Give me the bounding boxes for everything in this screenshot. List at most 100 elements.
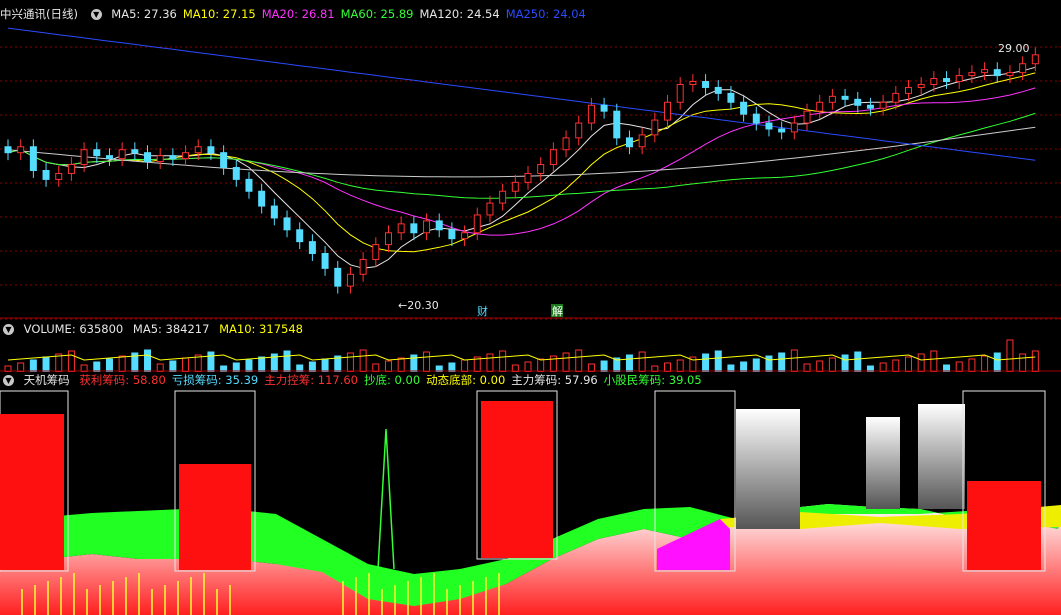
volume-bar xyxy=(904,356,912,372)
volume-bar xyxy=(930,350,938,372)
candle-body xyxy=(207,146,215,154)
volume-settings-icon[interactable]: ▼ xyxy=(3,324,14,335)
candle-body xyxy=(778,128,786,133)
volume-bar xyxy=(42,356,50,372)
volume-bar xyxy=(55,353,63,372)
main-control-bar-1 xyxy=(179,464,251,570)
volume-chart[interactable] xyxy=(0,336,1061,372)
volume-bar xyxy=(245,359,253,372)
candle-body xyxy=(943,78,951,83)
unlock-marker: 解 xyxy=(552,304,563,318)
volume-bar xyxy=(397,357,405,372)
candle-body xyxy=(346,273,354,287)
price-chart[interactable]: 29.00 ←20.30 财 解 xyxy=(0,20,1061,320)
chip-indicator-2: 主力控筹: 117.60 xyxy=(264,373,358,387)
candle-body xyxy=(410,223,418,234)
gray-chip-block-2 xyxy=(918,404,965,509)
main-control-bar-4 xyxy=(967,481,1041,570)
volume-bar xyxy=(892,359,900,372)
candle-body xyxy=(423,220,431,234)
chip-chart[interactable] xyxy=(0,389,1061,615)
candle-body xyxy=(29,146,37,171)
candle-body xyxy=(182,152,190,160)
candle-body xyxy=(549,149,557,166)
settings-circle-icon[interactable]: ▼ xyxy=(90,9,102,20)
candle-body xyxy=(359,258,367,275)
volume-ma-line xyxy=(7,354,1036,361)
candle-body xyxy=(968,72,976,77)
volume-bar xyxy=(917,353,925,372)
stock-title[interactable]: 中兴通讯(日线) xyxy=(0,7,78,21)
bottom-fishing-spike xyxy=(377,428,395,570)
volume-bar xyxy=(1031,350,1039,372)
candle-body xyxy=(397,223,405,234)
volume-bar xyxy=(423,351,431,372)
candle-body xyxy=(993,69,1001,77)
candle-body xyxy=(220,152,228,169)
volume-ma10: MA10: 317548 xyxy=(219,322,303,336)
candle-body xyxy=(816,101,824,112)
candle-body xyxy=(473,214,481,234)
main-control-bar-2 xyxy=(481,401,553,558)
candle-body xyxy=(866,104,874,109)
candle-body xyxy=(511,181,519,192)
candle-body xyxy=(4,146,12,154)
volume-bar xyxy=(486,353,494,372)
candle-body xyxy=(118,149,126,160)
gray-chip-block-1 xyxy=(866,417,900,509)
candle-body xyxy=(156,155,164,163)
candle-body xyxy=(625,137,633,148)
candle-body xyxy=(80,149,88,166)
chip-header: ▼ 天机筹码 获利筹码: 58.80 亏损筹码: 35.39 主力控筹: 117.6… xyxy=(0,372,714,388)
candle-body xyxy=(308,241,316,255)
ma-indicator-5: MA250: 24.04 xyxy=(505,7,586,21)
ma-indicator-list: MA5: 27.36 MA10: 27.15 MA20: 26.81 MA60: 25… xyxy=(111,7,592,21)
volume-bar xyxy=(258,356,266,372)
candle-body xyxy=(981,69,989,74)
ma-line-ma10 xyxy=(7,72,1036,253)
volume-bar xyxy=(105,358,113,372)
candle-body xyxy=(105,155,113,160)
volume-bar xyxy=(182,357,190,372)
candle-body xyxy=(93,149,101,157)
candle-body xyxy=(486,202,494,216)
candle-body xyxy=(702,81,710,88)
volume-bar xyxy=(359,349,367,372)
volume-bar xyxy=(854,351,862,372)
volume-bar xyxy=(118,355,126,372)
ma-indicator-1: MA10: 27.15 xyxy=(182,7,256,21)
candle-body xyxy=(613,110,621,139)
candle-body xyxy=(245,178,253,192)
volume-bar xyxy=(625,354,633,372)
volume-bar xyxy=(993,352,1001,372)
chip-indicator-6: 小股民筹码: 39.05 xyxy=(603,373,702,387)
volume-bar xyxy=(575,349,583,372)
volume-bar xyxy=(384,360,392,372)
candle-body xyxy=(841,95,849,100)
chip-indicator-0: 获利筹码: 58.80 xyxy=(79,373,166,387)
chip-indicator-1: 亏损筹码: 35.39 xyxy=(171,373,259,387)
candle-body xyxy=(499,190,507,204)
candle-body xyxy=(194,146,202,154)
finance-marker: 财 xyxy=(477,304,488,318)
candle-body xyxy=(1006,72,1014,77)
candle-body xyxy=(372,244,380,260)
volume-bar xyxy=(283,350,291,372)
ma-indicator-2: MA20: 26.81 xyxy=(261,7,335,21)
candle-body xyxy=(144,152,152,163)
candle-body xyxy=(448,229,456,240)
candle-body xyxy=(638,134,646,148)
candle-body xyxy=(828,95,836,103)
candle-body xyxy=(689,81,697,85)
chip-settings-icon[interactable]: ▼ xyxy=(3,375,14,386)
candle-body xyxy=(67,164,75,174)
candle-body xyxy=(562,137,570,151)
candle-body xyxy=(892,92,900,103)
volume-bar xyxy=(346,352,354,372)
candle-body xyxy=(169,155,177,160)
candle-body xyxy=(461,232,469,240)
volume-bar xyxy=(499,350,507,372)
volume-header: ▼ VOLUME: 635800 MA5: 384217 MA10: 31754… xyxy=(0,321,309,337)
candle-body xyxy=(334,267,342,287)
candle-body xyxy=(651,119,659,136)
